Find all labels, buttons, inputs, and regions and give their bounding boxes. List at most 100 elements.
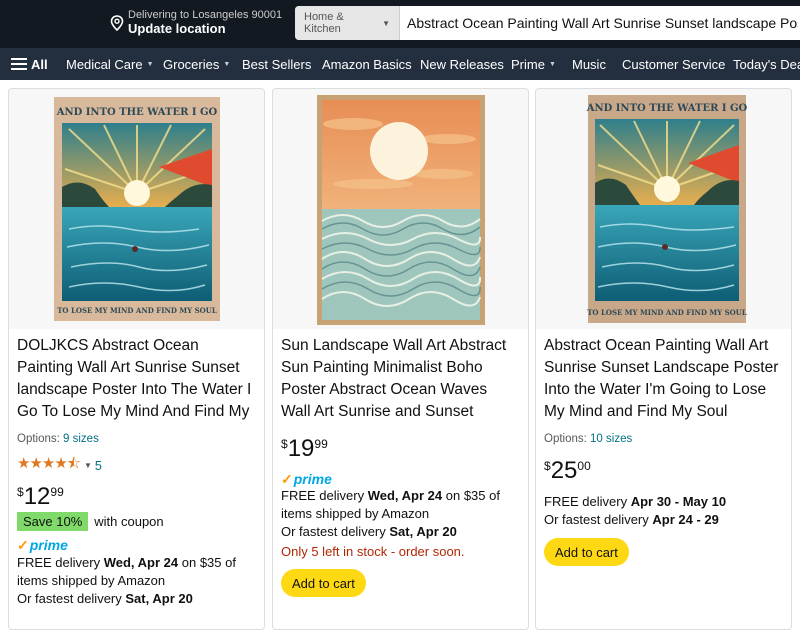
update-location-link[interactable]: Update location xyxy=(128,21,282,36)
prime-badge: ✓prime xyxy=(17,537,68,554)
prime-label: prime xyxy=(293,471,332,487)
prime-label: prime xyxy=(29,537,68,553)
nav-item-label: Music xyxy=(572,56,606,72)
product-card: Sun Landscape Wall Art Abstract Sun Pain… xyxy=(272,88,529,630)
poster-image: AND INTO THE WATER I GO TO LOSE MY MIND … xyxy=(54,97,220,321)
search-category-label: Home & Kitchen xyxy=(304,11,344,35)
coupon-text: with coupon xyxy=(94,514,164,529)
prime-check-icon: ✓ xyxy=(17,537,29,553)
add-to-cart-button[interactable]: Add to cart xyxy=(544,538,629,566)
chevron-down-icon: ▼ xyxy=(84,461,92,470)
add-to-cart-button[interactable]: Add to cart xyxy=(281,569,366,597)
product-card: AND INTO THE WATER I GO TO LOSE MY MIND … xyxy=(8,88,265,630)
options-label: Options: xyxy=(544,433,587,445)
product-title-link[interactable]: Abstract Ocean Painting Wall Art Sunrise… xyxy=(544,335,784,423)
nav-bar: All Medical Care ▼ Groceries ▼ Best Seller… xyxy=(0,48,800,80)
poster-top-text: AND INTO THE WATER I GO xyxy=(56,107,218,118)
fastest-date: Apr 24 - 29 xyxy=(652,512,719,527)
price-fraction: 99 xyxy=(50,485,64,499)
options-sizes-link[interactable]: 9 sizes xyxy=(63,433,99,445)
product-title-link[interactable]: Sun Landscape Wall Art Abstract Sun Pain… xyxy=(281,335,521,423)
stock-warning: Only 5 left in stock - order soon. xyxy=(281,544,465,559)
delivery-date: Wed, Apr 24 xyxy=(103,555,179,570)
coupon-badge: Save 10% xyxy=(17,512,89,531)
location-pin-icon xyxy=(110,14,124,31)
fastest-date: Sat, Apr 20 xyxy=(389,524,457,539)
price-symbol: $ xyxy=(281,437,288,451)
chevron-down-icon: ▼ xyxy=(223,60,231,68)
nav-all-button[interactable]: All xyxy=(11,48,48,80)
product-card: AND INTO THE WATER I GO TO LOSE MY MIND … xyxy=(535,88,792,630)
product-image[interactable]: AND INTO THE WATER I GO TO LOSE MY MIND … xyxy=(9,89,264,329)
nav-item-label: Amazon Basics xyxy=(322,56,412,72)
nav-item-amazon-basics[interactable]: Amazon Basics xyxy=(322,48,412,80)
nav-item-customer-service[interactable]: Customer Service xyxy=(622,48,725,80)
nav-item-new-releases[interactable]: New Releases xyxy=(420,48,504,80)
fastest-prefix: Or fastest delivery xyxy=(17,591,122,606)
nav-item-prime[interactable]: Prime ▼ xyxy=(511,48,556,80)
poster-top-text: AND INTO THE WATER I GO xyxy=(586,103,748,114)
delivery-prefix: FREE delivery xyxy=(281,488,365,503)
options-label: Options: xyxy=(17,433,60,445)
price-fraction: 99 xyxy=(314,437,328,451)
options-sizes-link[interactable]: 10 sizes xyxy=(590,433,632,445)
top-header: Delivering to Losangeles 90001 Update lo… xyxy=(0,0,800,48)
delivery-date: Apr 30 - May 10 xyxy=(630,494,727,509)
nav-item-medical-care[interactable]: Medical Care ▼ xyxy=(66,48,154,80)
product-title-link[interactable]: DOLJKCS Abstract Ocean Painting Wall Art… xyxy=(17,335,257,423)
delivery-date: Wed, Apr 24 xyxy=(367,488,443,503)
nav-item-label: Customer Service xyxy=(622,56,726,72)
prime-check-icon: ✓ xyxy=(281,471,293,487)
poster-image: AND INTO THE WATER I GO TO LOSE MY MIND … xyxy=(586,95,748,323)
nav-item-label: Prime xyxy=(511,56,545,72)
search-input[interactable] xyxy=(400,6,800,40)
delivery-location[interactable]: Delivering to Losangeles 90001 Update lo… xyxy=(110,9,282,36)
search-bar: Home & Kitchen ▼ xyxy=(295,6,800,40)
prime-badge: ✓prime xyxy=(281,471,332,488)
price-symbol: $ xyxy=(544,459,551,473)
nav-item-label: New Releases xyxy=(420,56,504,72)
product-image[interactable] xyxy=(273,89,528,329)
chevron-down-icon: ▼ xyxy=(146,60,154,68)
hamburger-menu-icon xyxy=(11,58,27,70)
location-line: Delivering to Losangeles 90001 xyxy=(128,9,283,21)
nav-item-label: Today's Deals xyxy=(733,56,800,72)
price-fraction: 00 xyxy=(577,459,591,473)
product-rating[interactable]: ★★★★⯪ ▼ 5 xyxy=(17,453,102,478)
nav-item-groceries[interactable]: Groceries ▼ xyxy=(163,48,230,80)
fastest-prefix: Or fastest delivery xyxy=(281,524,386,539)
price-whole: 25 xyxy=(550,457,578,484)
nav-item-label: Medical Care xyxy=(66,56,143,72)
delivery-info: FREE delivery Apr 30 - May 10 Or fastest… xyxy=(544,493,784,529)
search-category-dropdown[interactable]: Home & Kitchen ▼ xyxy=(295,6,401,40)
nav-item-todays-deals[interactable]: Today's Deals xyxy=(733,48,800,80)
chevron-down-icon: ▼ xyxy=(548,60,556,68)
coupon[interactable]: Save 10% with coupon xyxy=(17,512,164,531)
product-price: $1999 xyxy=(281,435,328,463)
price-whole: 19 xyxy=(287,435,315,462)
poster-image xyxy=(317,95,485,325)
product-options: Options: 9 sizes xyxy=(17,433,99,445)
fastest-prefix: Or fastest delivery xyxy=(544,512,649,527)
nav-item-best-sellers[interactable]: Best Sellers xyxy=(242,48,311,80)
price-symbol: $ xyxy=(17,485,24,499)
nav-item-label: Groceries xyxy=(163,56,220,72)
nav-all-label: All xyxy=(31,56,48,72)
star-rating-icon: ★★★★⯪ xyxy=(17,455,81,472)
nav-item-music[interactable]: Music xyxy=(572,48,606,80)
delivery-info: FREE delivery Wed, Apr 24 on $35 of item… xyxy=(17,554,257,608)
chevron-down-icon: ▼ xyxy=(382,18,391,28)
rating-count: 5 xyxy=(94,458,102,473)
product-image[interactable]: AND INTO THE WATER I GO TO LOSE MY MIND … xyxy=(536,89,791,329)
product-price: $1299 xyxy=(17,483,64,511)
nav-item-label: Best Sellers xyxy=(242,56,312,72)
poster-bottom-text: TO LOSE MY MIND AND FIND MY SOUL xyxy=(587,308,747,317)
delivery-info: FREE delivery Wed, Apr 24 on $35 of item… xyxy=(281,487,521,541)
product-price: $2500 xyxy=(544,457,591,485)
product-options: Options: 10 sizes xyxy=(544,433,632,445)
price-whole: 12 xyxy=(23,483,51,510)
delivery-prefix: FREE delivery xyxy=(17,555,101,570)
fastest-date: Sat, Apr 20 xyxy=(125,591,193,606)
poster-bottom-text: TO LOSE MY MIND AND FIND MY SOUL xyxy=(57,306,217,315)
delivery-prefix: FREE delivery xyxy=(544,494,628,509)
